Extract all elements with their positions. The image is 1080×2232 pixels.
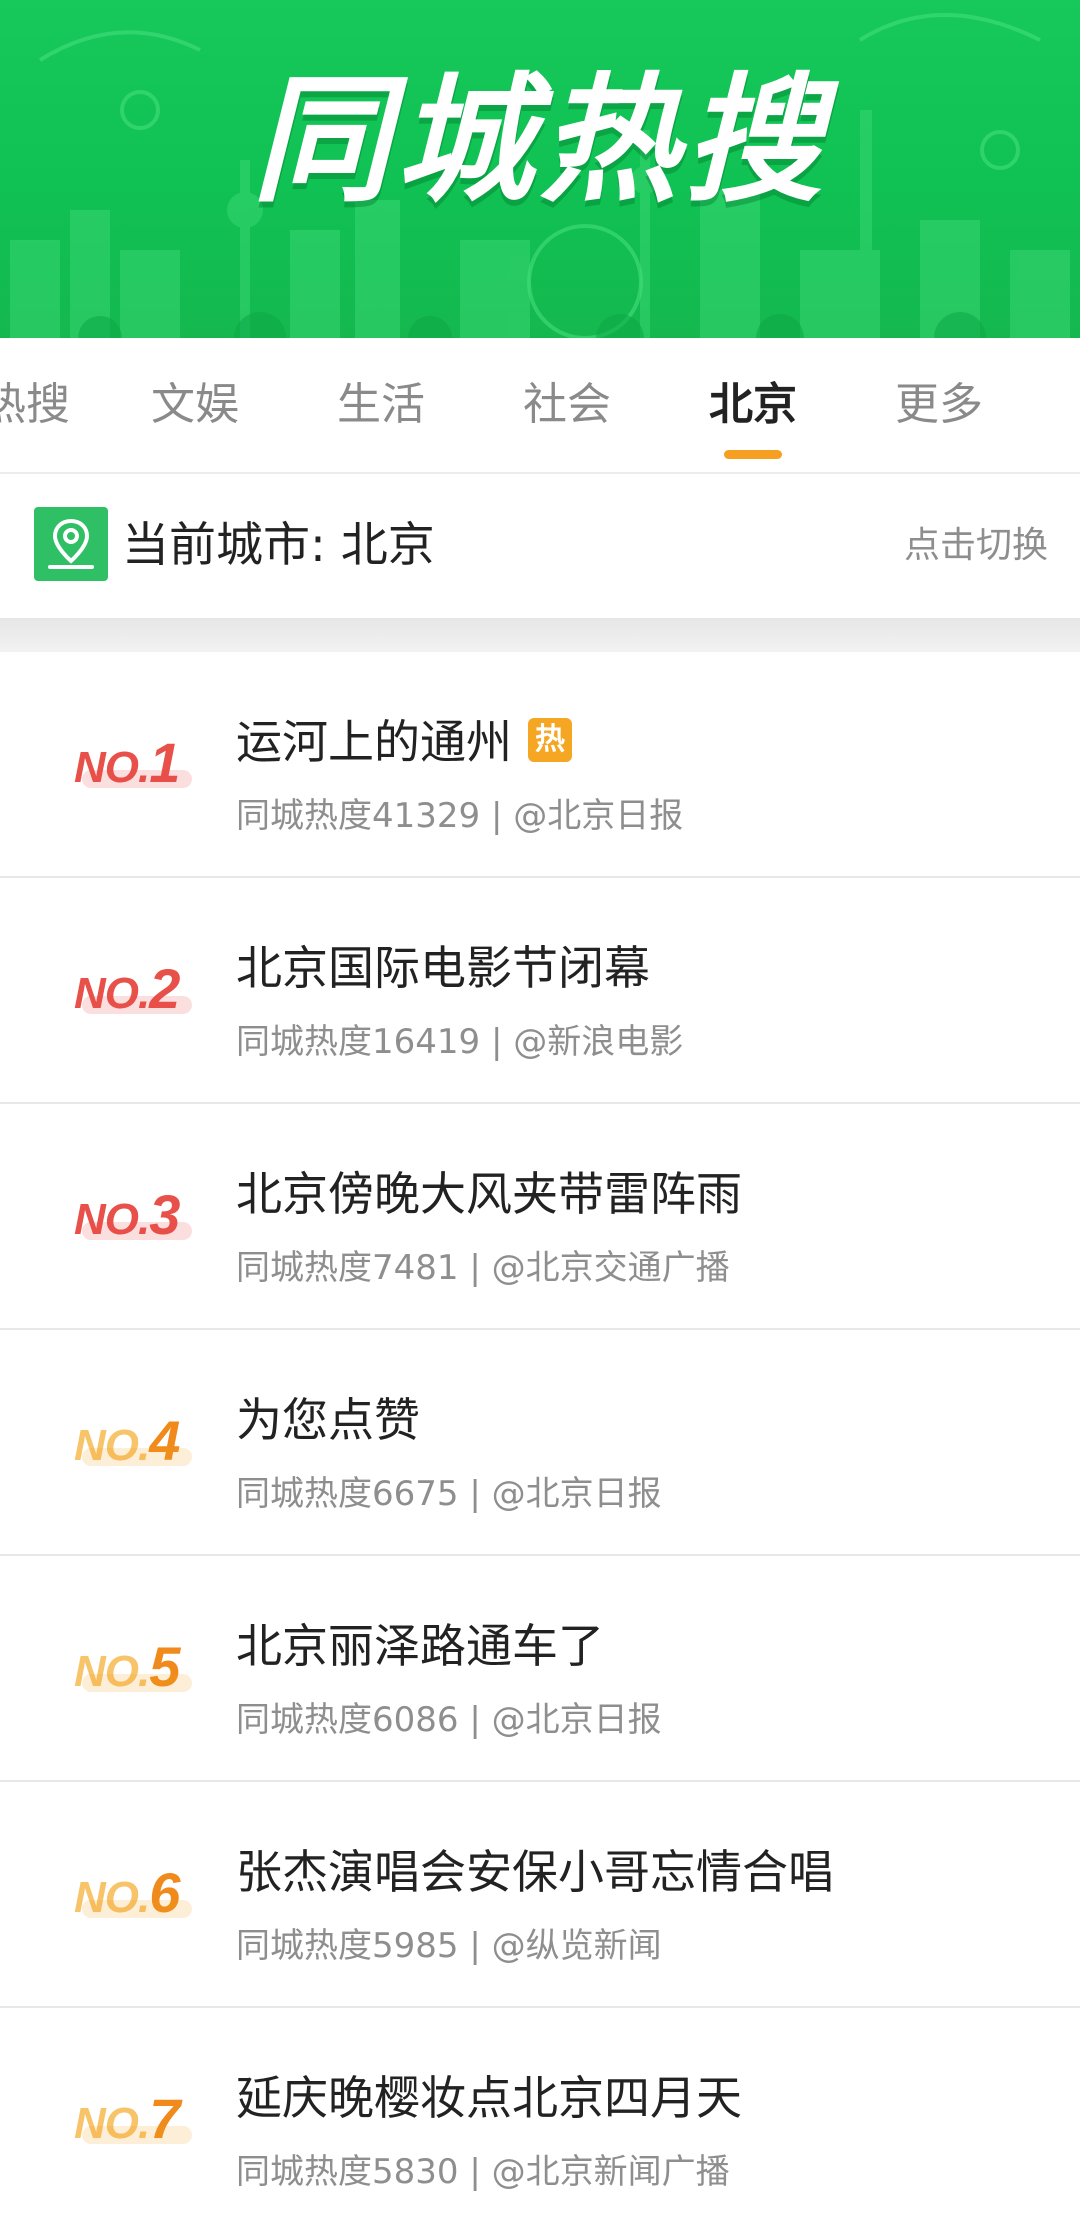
item-title: 北京国际电影节闭幕 [236, 941, 650, 995]
hot-badge: 热 [528, 717, 572, 762]
banner: 同城热搜 [0, 0, 1080, 338]
switch-city-link[interactable]: 点击切换 [904, 474, 1048, 618]
list-item[interactable]: NO.6 张杰演唱会安保小哥忘情合唱 同城热度5985 | @纵览新闻 [0, 1782, 1080, 2008]
map-pin-icon [34, 507, 108, 581]
item-title: 运河上的通州热 [236, 706, 572, 772]
tab-society[interactable]: 社会 [523, 338, 611, 472]
rank-label: NO.6 [74, 1860, 194, 1930]
hot-search-list: NO.1 运河上的通州热 同城热度41329 | @北京日报 NO.2 北京国际… [0, 652, 1080, 2232]
list-item[interactable]: NO.5 北京丽泽路通车了 同城热度6086 | @北京日报 [0, 1556, 1080, 1782]
item-title: 延庆晚樱妆点北京四月天 [236, 2071, 742, 2125]
rank-label: NO.1 [74, 730, 194, 800]
item-title: 北京傍晚大风夹带雷阵雨 [236, 1167, 742, 1221]
item-title: 北京丽泽路通车了 [236, 1619, 604, 1673]
section-divider [0, 618, 1080, 652]
item-meta: 同城热度41329 | @北京日报 [236, 796, 684, 836]
list-item[interactable]: NO.2 北京国际电影节闭幕 同城热度16419 | @新浪电影 [0, 878, 1080, 1104]
tab-entertainment[interactable]: 文娱 [151, 338, 239, 472]
tab-hot-search[interactable]: 热搜 [0, 338, 70, 472]
current-city-label: 当前城市: 北京 [122, 518, 435, 573]
active-tab-indicator [724, 450, 782, 459]
rank-label: NO.5 [74, 1634, 194, 1704]
item-meta: 同城热度5830 | @北京新闻广播 [236, 2152, 730, 2192]
item-title: 为您点赞 [236, 1393, 420, 1447]
item-meta: 同城热度5985 | @纵览新闻 [236, 1926, 662, 1966]
item-meta: 同城热度16419 | @新浪电影 [236, 1022, 684, 1062]
item-meta: 同城热度6675 | @北京日报 [236, 1474, 662, 1514]
rank-label: NO.2 [74, 956, 194, 1026]
list-item[interactable]: NO.3 北京傍晚大风夹带雷阵雨 同城热度7481 | @北京交通广播 [0, 1104, 1080, 1330]
item-meta: 同城热度7481 | @北京交通广播 [236, 1248, 730, 1288]
list-item[interactable]: NO.7 延庆晚樱妆点北京四月天 同城热度5830 | @北京新闻广播 [0, 2008, 1080, 2232]
rank-label: NO.7 [74, 2086, 194, 2156]
list-item[interactable]: NO.4 为您点赞 同城热度6675 | @北京日报 [0, 1330, 1080, 1556]
list-item[interactable]: NO.1 运河上的通州热 同城热度41329 | @北京日报 [0, 652, 1080, 878]
tab-life[interactable]: 生活 [337, 338, 425, 472]
rank-label: NO.4 [74, 1408, 194, 1478]
tab-more[interactable]: 更多 [895, 338, 983, 472]
item-meta: 同城热度6086 | @北京日报 [236, 1700, 662, 1740]
rank-label: NO.3 [74, 1182, 194, 1252]
current-city-bar: 当前城市: 北京 点击切换 [0, 474, 1080, 618]
item-title: 张杰演唱会安保小哥忘情合唱 [236, 1845, 834, 1899]
banner-title: 同城热搜 [251, 60, 828, 221]
category-tabs: 热搜 文娱 生活 社会 北京 更多 [0, 338, 1080, 474]
